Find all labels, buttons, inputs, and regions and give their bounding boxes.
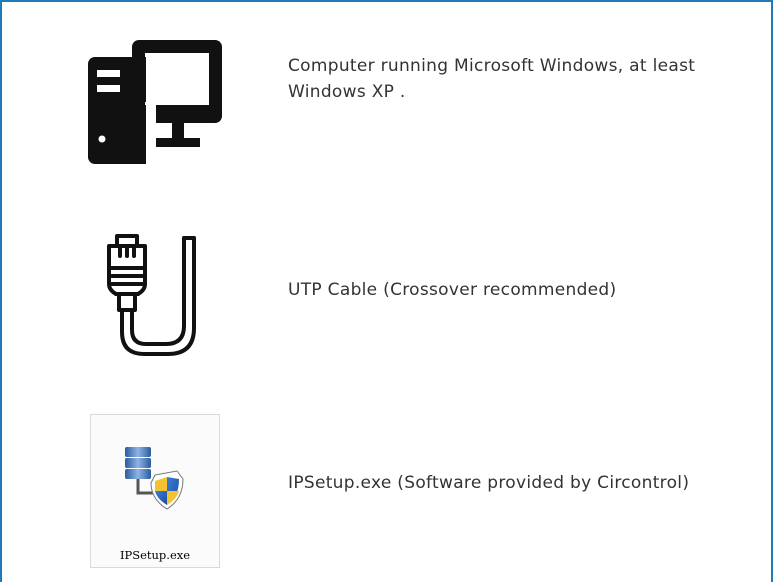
setup-program-icon <box>125 447 184 510</box>
utp-cable-icon <box>107 234 196 356</box>
requirement-cable-text: UTP Cable (Crossover recommended) <box>288 280 617 300</box>
requirement-computer-text: Computer running Microsoft Windows, at l… <box>288 56 696 102</box>
ipsetup-file-icon[interactable]: IPSetup.exe <box>90 414 220 568</box>
desktop-computer-icon <box>88 40 222 164</box>
requirement-software-text: IPSetup.exe (Software provided by Circon… <box>288 473 690 493</box>
ipsetup-file-label: IPSetup.exe <box>119 548 191 562</box>
